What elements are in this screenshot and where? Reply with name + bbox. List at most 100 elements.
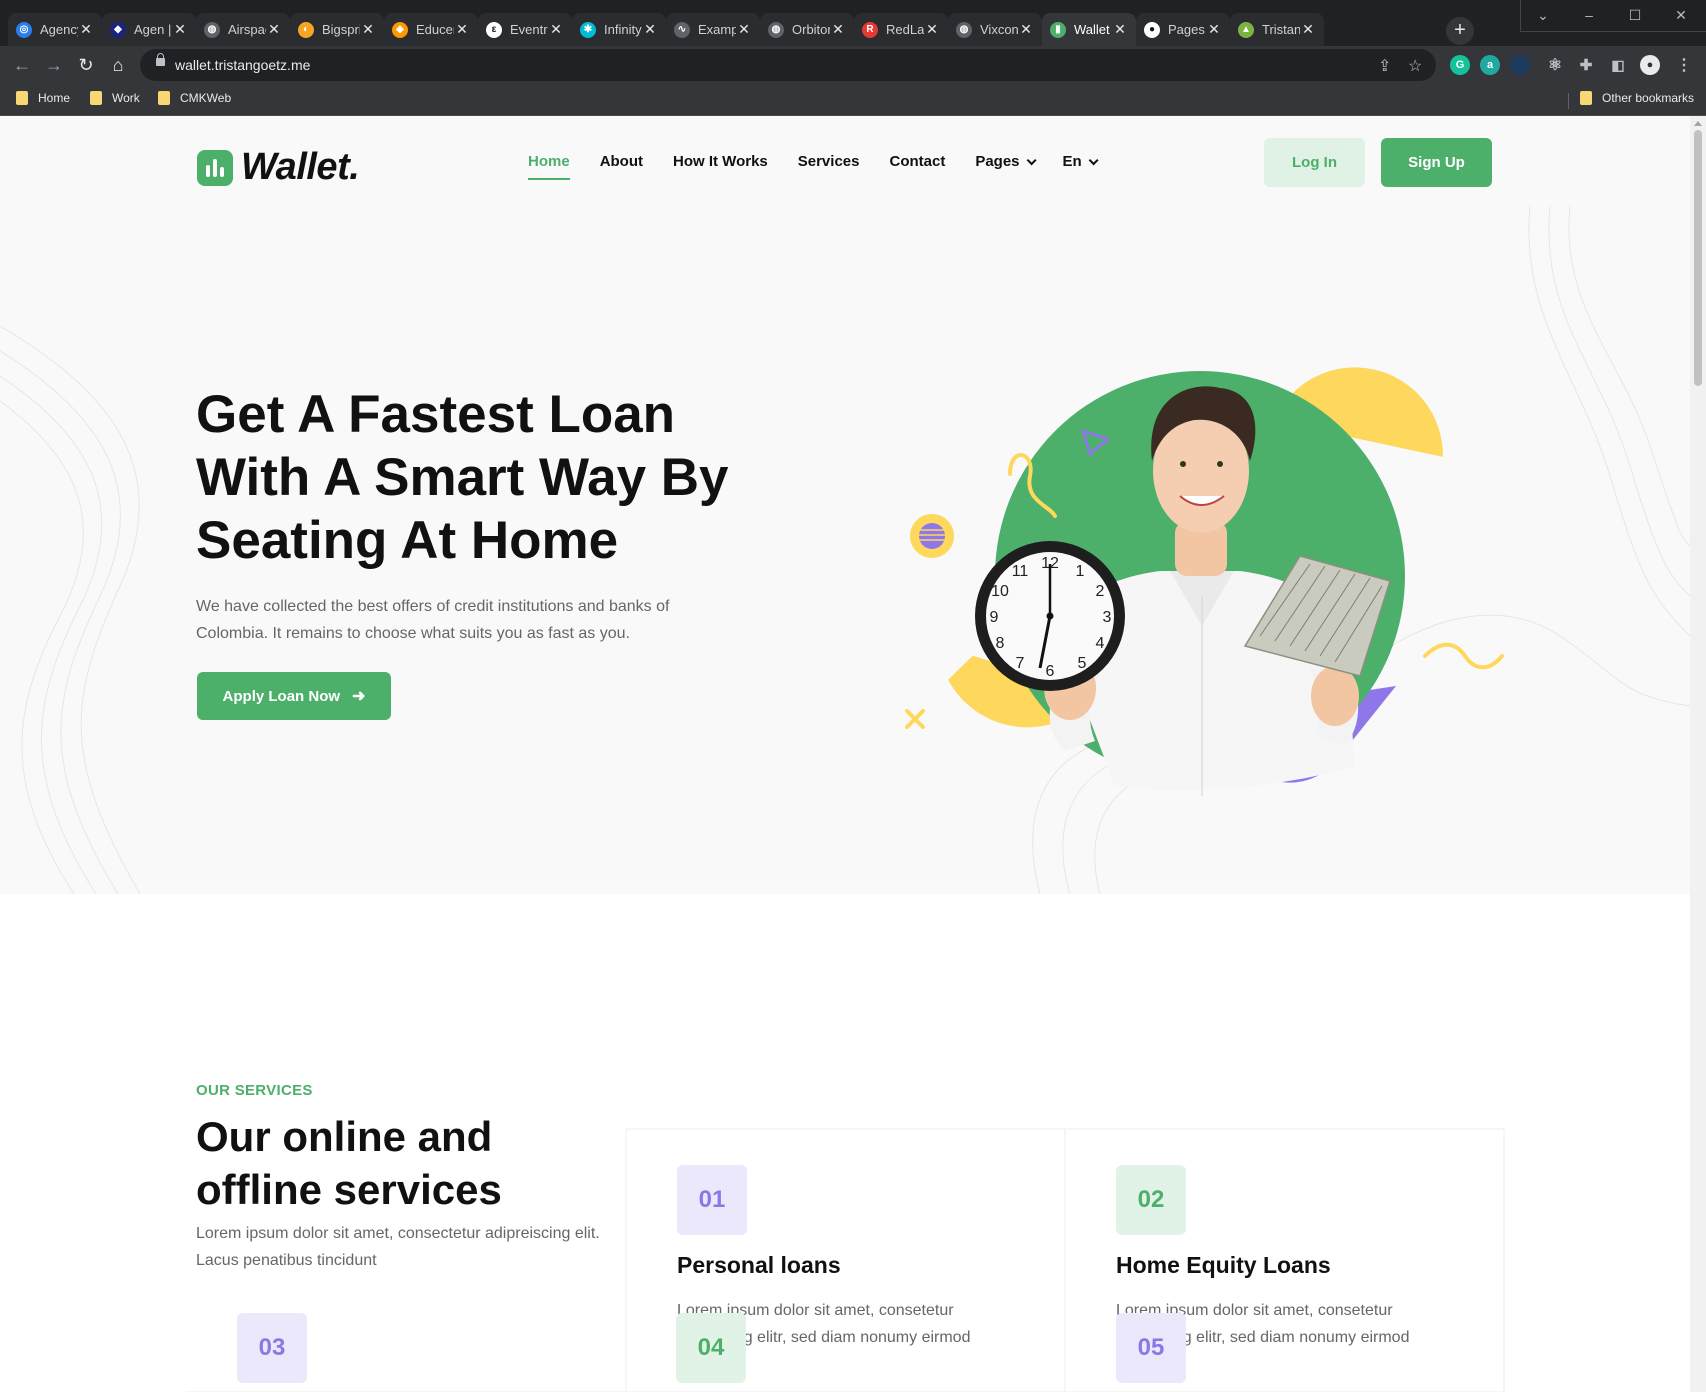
nav-item-services[interactable]: Services xyxy=(798,152,860,180)
tab-favicon-icon: ▲ xyxy=(1238,21,1254,38)
tab-title: Wallet xyxy=(1074,22,1110,37)
address-bar[interactable]: wallet.tristangoetz.me ⇪ ☆ xyxy=(140,49,1436,81)
tab-close-icon[interactable]: ✕ xyxy=(642,21,658,38)
nav-item-how-it-works[interactable]: How It Works xyxy=(673,152,768,180)
scrollbar-thumb[interactable] xyxy=(1694,130,1702,386)
tab-title: Pages xyxy=(1168,22,1205,37)
browser-tab[interactable]: ▮ Wallet ✕ xyxy=(1042,13,1136,46)
bookmark-label[interactable]: Home xyxy=(38,91,70,105)
nav-item-contact[interactable]: Contact xyxy=(889,152,945,180)
main-nav: Home About How It Works Services Contact Page… xyxy=(528,152,1125,180)
tab-close-icon[interactable]: ✕ xyxy=(172,21,188,38)
arrow-right-icon: ➜ xyxy=(352,688,366,705)
tab-close-icon[interactable]: ✕ xyxy=(736,21,752,38)
tab-favicon-icon: ◐ xyxy=(298,21,314,38)
back-icon[interactable]: ← xyxy=(10,53,34,77)
tab-favicon-icon: ◆ xyxy=(110,21,126,38)
bookmark-label[interactable]: CMKWeb xyxy=(180,91,231,105)
reload-icon[interactable]: ↻ xyxy=(74,53,98,77)
maximize-icon[interactable]: ☐ xyxy=(1612,0,1658,30)
bookmarks-bar: Home Work CMKWeb Other bookmarks xyxy=(0,84,1706,116)
tab-title: Agency xyxy=(40,22,78,37)
browser-tab-strip: ◎Agency✕◆Agen |✕◍Airspace✕◐Bigspring✕◆Ed… xyxy=(0,0,1706,46)
browser-tab[interactable]: ◐ Bigspring✕ xyxy=(290,13,384,46)
service-number-badge: 05 xyxy=(1116,1313,1186,1383)
tab-favicon-icon: ◎ xyxy=(16,21,32,38)
svg-text:7: 7 xyxy=(1016,655,1025,672)
react-devtools-icon[interactable]: ⚛ xyxy=(1545,55,1565,75)
close-window-icon[interactable]: ✕ xyxy=(1658,0,1704,30)
profile-avatar[interactable]: ● xyxy=(1640,55,1660,75)
browser-tab[interactable]: ◍ Airspace✕ xyxy=(196,13,290,46)
browser-tab[interactable]: ▲ Tristan ✕ xyxy=(1230,13,1324,46)
tab-close-icon[interactable]: ✕ xyxy=(1300,21,1316,38)
nav-item-label: Pages xyxy=(975,153,1020,170)
tab-close-icon[interactable]: ✕ xyxy=(454,21,470,38)
nav-item-label: Services xyxy=(797,153,860,170)
login-button[interactable]: Log In xyxy=(1264,138,1365,187)
tab-close-icon[interactable]: ✕ xyxy=(360,21,376,38)
grammarly-extension-icon[interactable]: G xyxy=(1450,55,1470,75)
browser-tab[interactable]: ◍ Orbiton✕ xyxy=(760,13,854,46)
tab-title: Eventre xyxy=(510,22,548,37)
nav-item-label: En xyxy=(1062,153,1082,170)
tab-close-icon[interactable]: ✕ xyxy=(78,21,94,38)
tab-close-icon[interactable]: ✕ xyxy=(924,21,940,38)
nav-item-about[interactable]: About xyxy=(600,152,643,180)
lock-icon[interactable] xyxy=(156,53,165,66)
tab-close-icon[interactable]: ✕ xyxy=(830,21,846,38)
nav-item-pages[interactable]: Pages xyxy=(975,152,1037,180)
browser-tab[interactable]: R RedLab✕ xyxy=(854,13,948,46)
browser-tab[interactable]: ◎ Agency✕ xyxy=(8,13,102,46)
browser-tab[interactable]: ◍ Vixcon ✕ xyxy=(948,13,1042,46)
apply-loan-button[interactable]: Apply Loan Now ➜ xyxy=(197,672,391,720)
tab-close-icon[interactable]: ✕ xyxy=(1112,21,1128,38)
share-icon[interactable]: ⇪ xyxy=(1378,56,1391,76)
browser-tab[interactable]: ◆ Agen | ✕ xyxy=(102,13,196,46)
extension-a-icon[interactable]: a xyxy=(1480,55,1500,75)
tab-favicon-icon: ● xyxy=(1144,21,1160,38)
bookmark-home[interactable]: Home xyxy=(16,91,70,105)
new-tab-button[interactable]: + xyxy=(1446,17,1474,45)
bookmark-cmkweb[interactable]: CMKWeb xyxy=(158,91,231,105)
site-logo[interactable]: Wallet. xyxy=(197,146,360,189)
extensions-puzzle-icon[interactable]: ✚ xyxy=(1576,55,1596,75)
tab-close-icon[interactable]: ✕ xyxy=(1206,21,1222,38)
bookmark-star-icon[interactable]: ☆ xyxy=(1408,56,1422,76)
browser-tab[interactable]: ∿ Example✕ xyxy=(666,13,760,46)
tab-title: Tristan xyxy=(1262,22,1300,37)
tab-close-icon[interactable]: ✕ xyxy=(548,21,564,38)
signup-button[interactable]: Sign Up xyxy=(1381,138,1492,187)
url-text[interactable]: wallet.tristangoetz.me xyxy=(175,57,310,73)
hero-subtitle: We have collected the best offers of cre… xyxy=(196,598,670,642)
svg-text:5: 5 xyxy=(1078,655,1087,672)
nav-item-home[interactable]: Home xyxy=(528,152,570,180)
home-icon[interactable]: ⌂ xyxy=(106,53,130,77)
browser-tab[interactable]: ε Eventre✕ xyxy=(478,13,572,46)
chevron-down-icon xyxy=(1026,155,1037,166)
other-bookmarks[interactable]: Other bookmarks xyxy=(1580,91,1694,105)
service-number-badge: 04 xyxy=(676,1313,746,1383)
browser-tab[interactable]: ● Pages ✕ xyxy=(1136,13,1230,46)
minimize-icon[interactable]: – xyxy=(1566,0,1612,30)
nav-item-label: How It Works xyxy=(673,153,768,170)
side-panel-icon[interactable]: ◧ xyxy=(1608,55,1628,75)
tab-search-icon[interactable]: ⌄ xyxy=(1520,0,1566,30)
tab-close-icon[interactable]: ✕ xyxy=(266,21,282,38)
tab-close-icon[interactable]: ✕ xyxy=(1018,21,1034,38)
browser-toolbar: ← → ↻ ⌂ wallet.tristangoetz.me ⇪ ☆ G a ⚛… xyxy=(0,46,1706,84)
browser-tab[interactable]: ◆ Educenter✕ xyxy=(384,13,478,46)
tab-favicon-icon: ◍ xyxy=(204,21,220,38)
nav-item-en[interactable]: En xyxy=(1062,152,1099,180)
bookmark-label[interactable]: Work xyxy=(112,91,140,105)
extension-dot-icon[interactable] xyxy=(1510,55,1530,75)
forward-icon[interactable]: → xyxy=(42,53,66,77)
menu-kebab-icon[interactable]: ⋮ xyxy=(1674,55,1694,75)
browser-tab[interactable]: ✱ Infinity ✕ xyxy=(572,13,666,46)
page-scrollbar[interactable] xyxy=(1690,116,1706,1392)
bookmark-label[interactable]: Other bookmarks xyxy=(1602,91,1694,105)
svg-text:1: 1 xyxy=(1076,563,1085,580)
bookmark-work[interactable]: Work xyxy=(90,91,140,105)
scroll-up-arrow[interactable] xyxy=(1694,121,1702,126)
svg-text:2: 2 xyxy=(1096,583,1105,600)
